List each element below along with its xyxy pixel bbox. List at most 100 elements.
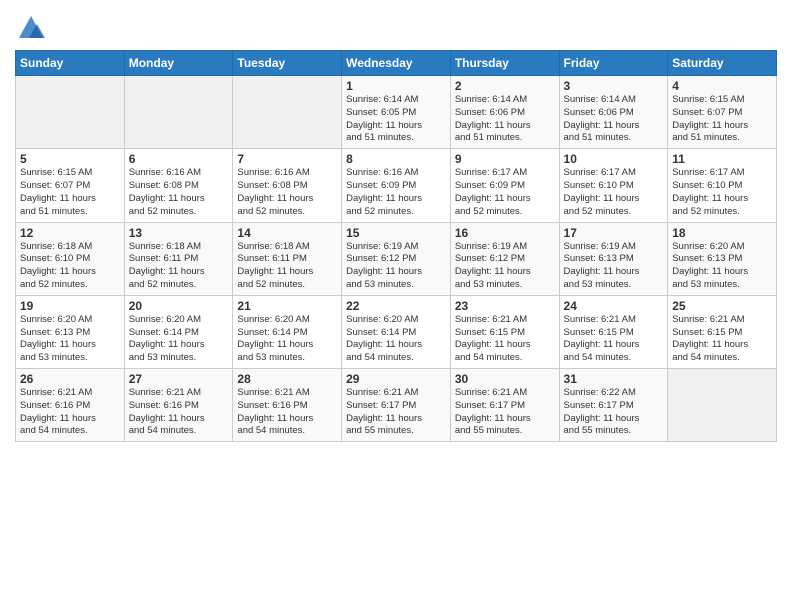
calendar-cell: 12Sunrise: 6:18 AM Sunset: 6:10 PM Dayli… xyxy=(16,222,125,295)
calendar-week-2: 5Sunrise: 6:15 AM Sunset: 6:07 PM Daylig… xyxy=(16,149,777,222)
calendar-cell: 29Sunrise: 6:21 AM Sunset: 6:17 PM Dayli… xyxy=(342,369,451,442)
calendar-cell: 9Sunrise: 6:17 AM Sunset: 6:09 PM Daylig… xyxy=(450,149,559,222)
calendar-cell xyxy=(233,76,342,149)
calendar-cell xyxy=(668,369,777,442)
calendar-cell: 2Sunrise: 6:14 AM Sunset: 6:06 PM Daylig… xyxy=(450,76,559,149)
calendar-week-1: 1Sunrise: 6:14 AM Sunset: 6:05 PM Daylig… xyxy=(16,76,777,149)
day-number: 19 xyxy=(20,299,120,313)
day-number: 13 xyxy=(129,226,229,240)
day-info: Sunrise: 6:16 AM Sunset: 6:08 PM Dayligh… xyxy=(237,167,337,218)
day-info: Sunrise: 6:20 AM Sunset: 6:13 PM Dayligh… xyxy=(20,314,120,365)
calendar-cell: 23Sunrise: 6:21 AM Sunset: 6:15 PM Dayli… xyxy=(450,295,559,368)
day-number: 24 xyxy=(564,299,664,313)
calendar-cell: 21Sunrise: 6:20 AM Sunset: 6:14 PM Dayli… xyxy=(233,295,342,368)
day-number: 31 xyxy=(564,372,664,386)
day-number: 10 xyxy=(564,152,664,166)
day-info: Sunrise: 6:18 AM Sunset: 6:10 PM Dayligh… xyxy=(20,241,120,292)
day-info: Sunrise: 6:22 AM Sunset: 6:17 PM Dayligh… xyxy=(564,387,664,438)
day-number: 30 xyxy=(455,372,555,386)
calendar-cell: 30Sunrise: 6:21 AM Sunset: 6:17 PM Dayli… xyxy=(450,369,559,442)
day-info: Sunrise: 6:16 AM Sunset: 6:08 PM Dayligh… xyxy=(129,167,229,218)
calendar-cell: 3Sunrise: 6:14 AM Sunset: 6:06 PM Daylig… xyxy=(559,76,668,149)
day-info: Sunrise: 6:21 AM Sunset: 6:15 PM Dayligh… xyxy=(672,314,772,365)
day-info: Sunrise: 6:21 AM Sunset: 6:15 PM Dayligh… xyxy=(455,314,555,365)
weekday-header-monday: Monday xyxy=(124,51,233,76)
day-number: 15 xyxy=(346,226,446,240)
day-number: 12 xyxy=(20,226,120,240)
day-info: Sunrise: 6:18 AM Sunset: 6:11 PM Dayligh… xyxy=(129,241,229,292)
day-number: 3 xyxy=(564,79,664,93)
calendar-cell: 4Sunrise: 6:15 AM Sunset: 6:07 PM Daylig… xyxy=(668,76,777,149)
weekday-header-wednesday: Wednesday xyxy=(342,51,451,76)
day-number: 17 xyxy=(564,226,664,240)
day-number: 4 xyxy=(672,79,772,93)
day-info: Sunrise: 6:21 AM Sunset: 6:17 PM Dayligh… xyxy=(346,387,446,438)
day-number: 21 xyxy=(237,299,337,313)
day-number: 2 xyxy=(455,79,555,93)
calendar-cell: 28Sunrise: 6:21 AM Sunset: 6:16 PM Dayli… xyxy=(233,369,342,442)
day-number: 16 xyxy=(455,226,555,240)
logo-icon xyxy=(17,14,45,42)
day-info: Sunrise: 6:21 AM Sunset: 6:16 PM Dayligh… xyxy=(20,387,120,438)
calendar-cell: 11Sunrise: 6:17 AM Sunset: 6:10 PM Dayli… xyxy=(668,149,777,222)
day-number: 6 xyxy=(129,152,229,166)
day-info: Sunrise: 6:21 AM Sunset: 6:16 PM Dayligh… xyxy=(129,387,229,438)
weekday-header-row: SundayMondayTuesdayWednesdayThursdayFrid… xyxy=(16,51,777,76)
day-info: Sunrise: 6:21 AM Sunset: 6:17 PM Dayligh… xyxy=(455,387,555,438)
day-number: 11 xyxy=(672,152,772,166)
calendar-cell: 22Sunrise: 6:20 AM Sunset: 6:14 PM Dayli… xyxy=(342,295,451,368)
calendar-cell: 14Sunrise: 6:18 AM Sunset: 6:11 PM Dayli… xyxy=(233,222,342,295)
day-info: Sunrise: 6:20 AM Sunset: 6:13 PM Dayligh… xyxy=(672,241,772,292)
logo xyxy=(15,14,45,42)
day-info: Sunrise: 6:16 AM Sunset: 6:09 PM Dayligh… xyxy=(346,167,446,218)
day-number: 1 xyxy=(346,79,446,93)
calendar-cell: 24Sunrise: 6:21 AM Sunset: 6:15 PM Dayli… xyxy=(559,295,668,368)
calendar-week-5: 26Sunrise: 6:21 AM Sunset: 6:16 PM Dayli… xyxy=(16,369,777,442)
day-info: Sunrise: 6:17 AM Sunset: 6:10 PM Dayligh… xyxy=(564,167,664,218)
calendar-cell: 31Sunrise: 6:22 AM Sunset: 6:17 PM Dayli… xyxy=(559,369,668,442)
calendar-cell xyxy=(16,76,125,149)
day-info: Sunrise: 6:14 AM Sunset: 6:06 PM Dayligh… xyxy=(455,94,555,145)
calendar-cell: 1Sunrise: 6:14 AM Sunset: 6:05 PM Daylig… xyxy=(342,76,451,149)
day-info: Sunrise: 6:15 AM Sunset: 6:07 PM Dayligh… xyxy=(672,94,772,145)
calendar-cell xyxy=(124,76,233,149)
day-number: 20 xyxy=(129,299,229,313)
calendar-cell: 13Sunrise: 6:18 AM Sunset: 6:11 PM Dayli… xyxy=(124,222,233,295)
day-info: Sunrise: 6:20 AM Sunset: 6:14 PM Dayligh… xyxy=(346,314,446,365)
day-info: Sunrise: 6:21 AM Sunset: 6:15 PM Dayligh… xyxy=(564,314,664,365)
day-info: Sunrise: 6:19 AM Sunset: 6:12 PM Dayligh… xyxy=(346,241,446,292)
day-info: Sunrise: 6:15 AM Sunset: 6:07 PM Dayligh… xyxy=(20,167,120,218)
day-info: Sunrise: 6:19 AM Sunset: 6:12 PM Dayligh… xyxy=(455,241,555,292)
day-number: 8 xyxy=(346,152,446,166)
day-number: 7 xyxy=(237,152,337,166)
calendar-cell: 20Sunrise: 6:20 AM Sunset: 6:14 PM Dayli… xyxy=(124,295,233,368)
calendar-cell: 6Sunrise: 6:16 AM Sunset: 6:08 PM Daylig… xyxy=(124,149,233,222)
calendar-cell: 8Sunrise: 6:16 AM Sunset: 6:09 PM Daylig… xyxy=(342,149,451,222)
day-info: Sunrise: 6:20 AM Sunset: 6:14 PM Dayligh… xyxy=(129,314,229,365)
calendar-cell: 26Sunrise: 6:21 AM Sunset: 6:16 PM Dayli… xyxy=(16,369,125,442)
calendar-cell: 5Sunrise: 6:15 AM Sunset: 6:07 PM Daylig… xyxy=(16,149,125,222)
day-info: Sunrise: 6:21 AM Sunset: 6:16 PM Dayligh… xyxy=(237,387,337,438)
day-info: Sunrise: 6:17 AM Sunset: 6:09 PM Dayligh… xyxy=(455,167,555,218)
day-number: 23 xyxy=(455,299,555,313)
day-number: 9 xyxy=(455,152,555,166)
day-number: 25 xyxy=(672,299,772,313)
calendar-header: SundayMondayTuesdayWednesdayThursdayFrid… xyxy=(16,51,777,76)
calendar-cell: 15Sunrise: 6:19 AM Sunset: 6:12 PM Dayli… xyxy=(342,222,451,295)
day-number: 18 xyxy=(672,226,772,240)
day-info: Sunrise: 6:14 AM Sunset: 6:05 PM Dayligh… xyxy=(346,94,446,145)
calendar-table: SundayMondayTuesdayWednesdayThursdayFrid… xyxy=(15,50,777,442)
calendar-body: 1Sunrise: 6:14 AM Sunset: 6:05 PM Daylig… xyxy=(16,76,777,442)
day-number: 27 xyxy=(129,372,229,386)
calendar-cell: 10Sunrise: 6:17 AM Sunset: 6:10 PM Dayli… xyxy=(559,149,668,222)
day-number: 5 xyxy=(20,152,120,166)
day-number: 14 xyxy=(237,226,337,240)
day-info: Sunrise: 6:17 AM Sunset: 6:10 PM Dayligh… xyxy=(672,167,772,218)
calendar-cell: 19Sunrise: 6:20 AM Sunset: 6:13 PM Dayli… xyxy=(16,295,125,368)
day-number: 22 xyxy=(346,299,446,313)
day-number: 28 xyxy=(237,372,337,386)
calendar-cell: 25Sunrise: 6:21 AM Sunset: 6:15 PM Dayli… xyxy=(668,295,777,368)
weekday-header-tuesday: Tuesday xyxy=(233,51,342,76)
calendar-week-3: 12Sunrise: 6:18 AM Sunset: 6:10 PM Dayli… xyxy=(16,222,777,295)
calendar-cell: 18Sunrise: 6:20 AM Sunset: 6:13 PM Dayli… xyxy=(668,222,777,295)
